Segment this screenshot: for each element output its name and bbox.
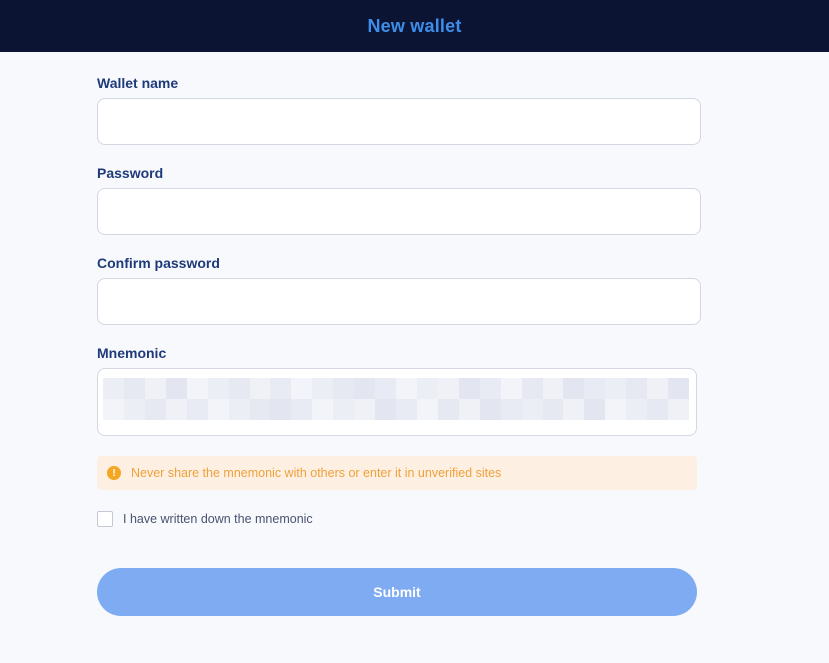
written-down-label: I have written down the mnemonic — [123, 512, 313, 526]
mnemonic-warning-banner: ! Never share the mnemonic with others o… — [97, 456, 697, 490]
confirm-password-input[interactable] — [97, 278, 701, 325]
confirm-password-label: Confirm password — [97, 255, 220, 271]
warning-text: Never share the mnemonic with others or … — [131, 466, 502, 480]
mnemonic-label: Mnemonic — [97, 345, 167, 361]
info-icon: ! — [107, 466, 121, 480]
mnemonic-textarea[interactable] — [97, 368, 697, 436]
written-down-checkbox[interactable] — [97, 511, 113, 527]
wallet-name-label: Wallet name — [97, 75, 179, 91]
confirm-written-row[interactable]: I have written down the mnemonic — [97, 511, 313, 527]
app-header: New wallet — [0, 0, 829, 52]
mnemonic-blurred-content — [103, 378, 689, 420]
wallet-name-input[interactable] — [97, 98, 701, 145]
password-input[interactable] — [97, 188, 701, 235]
submit-button[interactable]: Submit — [97, 568, 697, 616]
password-label: Password — [97, 165, 164, 181]
page-title: New wallet — [367, 15, 462, 36]
